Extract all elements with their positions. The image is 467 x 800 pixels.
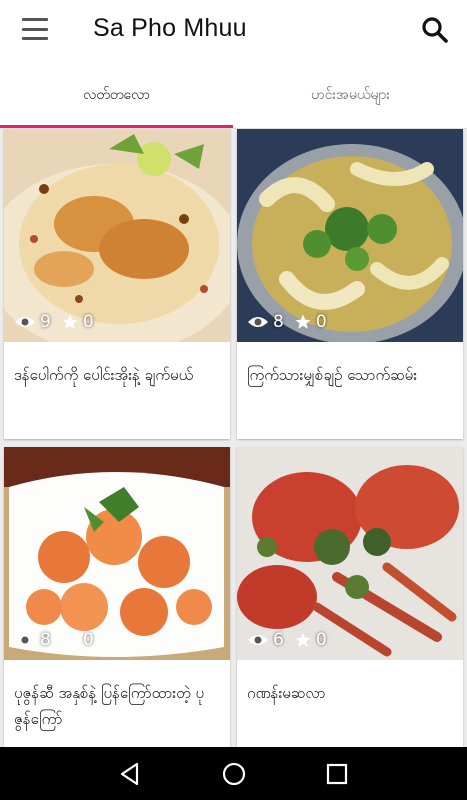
card-stats: 8 0 [14,630,104,650]
star-count: 0 [315,312,327,332]
eye-icon [15,317,35,327]
search-button[interactable] [421,16,449,44]
card-stats: 9 0 [14,312,104,332]
menu-icon-line [22,27,48,31]
system-nav-bar [0,747,467,800]
menu-icon-line [22,37,48,40]
home-icon [222,762,246,786]
eye-icon [15,635,35,645]
recipe-card[interactable]: 8 0 ကြက်သားမျှစ်ချဉ် သောက်ဆမ်း [237,129,463,439]
home-button[interactable] [221,761,247,787]
active-tab-indicator [0,125,233,128]
star-icon [295,314,311,329]
fried-prawns-photo: 8 0 [4,447,230,660]
chicken-biryani-photo: 9 0 [4,129,230,342]
recents-icon [326,763,348,785]
star-icon [62,632,78,647]
back-button[interactable] [117,761,143,787]
star-count: 0 [315,630,327,650]
chicken-feet-curry-photo: 8 0 [237,129,463,342]
view-count: 8 [273,312,284,332]
recipe-title: ပုဇွန်ဆီ အနှစ်နဲ့ ပြန်ကြော်ထားတဲ့ ပုဇွန်… [14,684,205,728]
menu-button[interactable] [22,18,48,40]
recipe-card[interactable]: 8 0 ပုဇွန်ဆီ အနှစ်နဲ့ ပြန်ကြော်ထားတဲ့ ပု… [4,447,230,747]
star-icon [295,632,311,647]
eye-icon [248,317,268,327]
view-count: 6 [273,630,284,650]
app-title: Sa Pho Mhuu [93,14,247,42]
back-icon [120,762,139,786]
crab-masala-photo: 6 0 [237,447,463,660]
star-icon [62,314,78,329]
recipe-grid[interactable]: 9 0 ဒန်ပေါက်ကို ပေါင်းအိုးနဲ့ ချက်မယ် 8 … [0,129,467,747]
view-count: 9 [40,312,51,332]
menu-icon [22,18,48,21]
recipe-title: ဒန်ပေါက်ကို ပေါင်းအိုးနဲ့ ချက်မယ် [14,366,194,384]
tab-bar: လတ်တလော ဟင်းအမယ်များ [0,62,467,129]
view-count: 8 [40,630,51,650]
star-count: 0 [82,630,94,650]
recipe-title: ကြက်သားမျှစ်ချဉ် သောက်ဆမ်း [247,366,418,384]
eye-icon [248,635,268,645]
recipe-card[interactable]: 6 0 ဂဏန်းမဆလာ [237,447,463,747]
app-bar: Sa Pho Mhuu [0,0,467,62]
tab-recent[interactable]: လတ်တလော [0,62,233,128]
tab-categories[interactable]: ဟင်းအမယ်များ [234,62,467,128]
card-stats: 8 0 [247,312,337,332]
recents-button[interactable] [324,761,350,787]
recipe-card[interactable]: 9 0 ဒန်ပေါက်ကို ပေါင်းအိုးနဲ့ ချက်မယ် [4,129,230,439]
recipe-title: ဂဏန်းမဆလာ [247,684,326,702]
card-stats: 6 0 [247,630,337,650]
search-icon [422,17,448,43]
star-count: 0 [82,312,94,332]
